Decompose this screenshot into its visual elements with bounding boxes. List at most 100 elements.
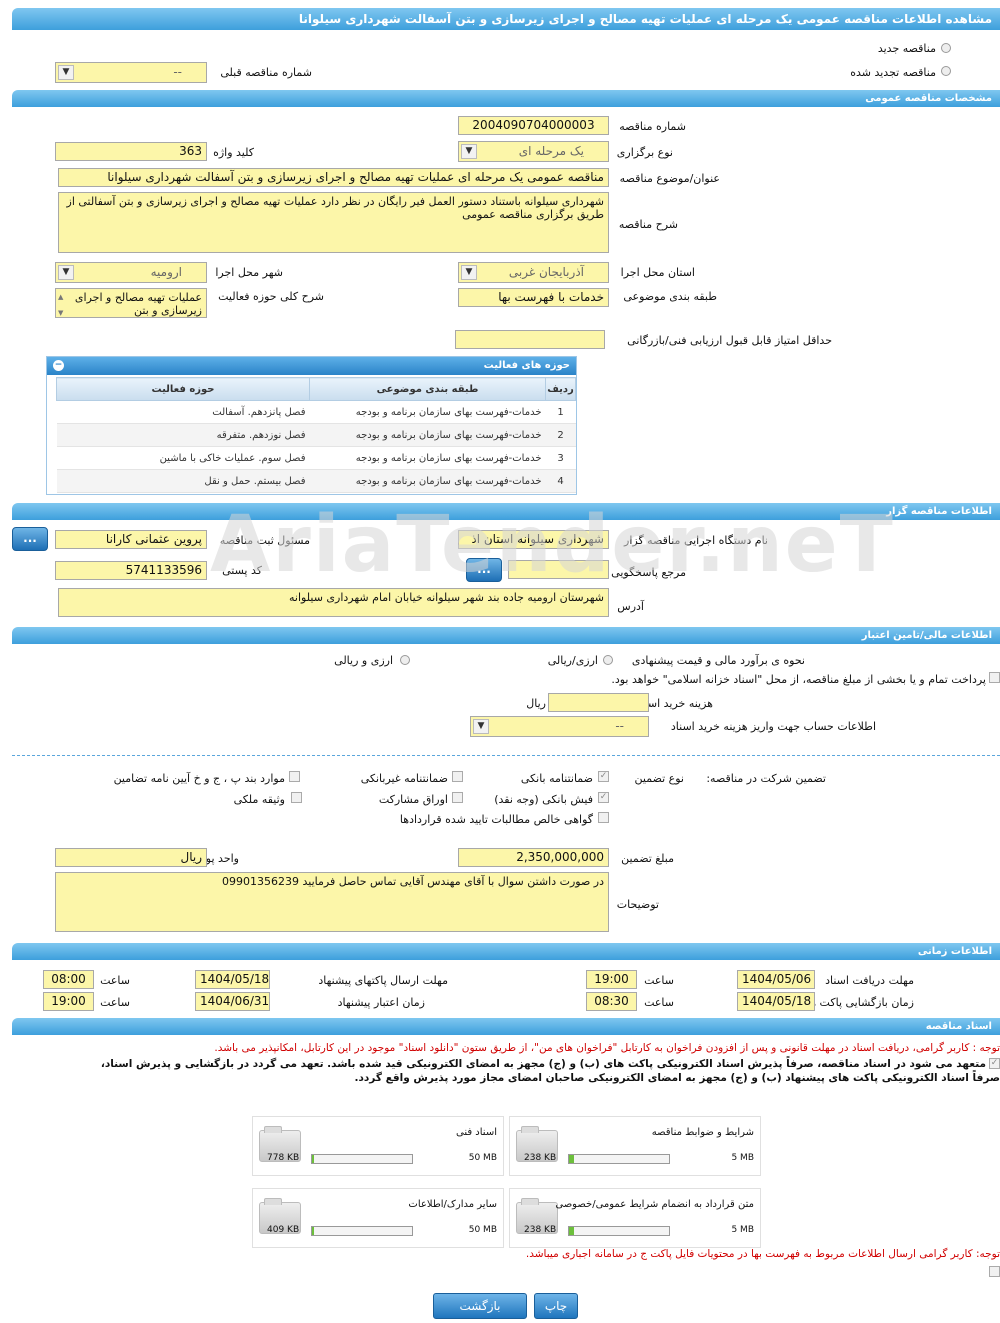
g-item-6: گواهی خالص مطالبات تایید شده قراردادها	[399, 813, 593, 826]
guarantee-label: تضمین شرکت در مناقصه:	[706, 772, 826, 785]
row-index: 1	[545, 400, 576, 424]
doc-progress-fill	[312, 1155, 314, 1163]
amount-field: 2,350,000,000	[458, 848, 609, 867]
city-label: شهر محل اجرا	[215, 266, 283, 279]
row-activity: فصل نوزدهم. متفرقه	[56, 423, 310, 447]
radio-renewed-tender[interactable]	[941, 66, 951, 76]
section-organizer-title: اطلاعات مناقصه گزار	[886, 506, 992, 517]
tender-no-field: 2004090704000003	[458, 116, 609, 135]
estimate-label: نحوه ی برآورد مالی و قیمت پیشنهادی	[631, 654, 805, 667]
doc-size: 238 KB	[524, 1225, 557, 1235]
activities-panel: حوزه های فعالیت − ردیف طبقه بندی موضوعی ح…	[46, 356, 577, 495]
activities-header: حوزه های فعالیت −	[47, 357, 576, 375]
min-score-label: حداقل امتیاز قابل قبول ارزیابی فنی/بازرگ…	[627, 334, 832, 347]
chevron-down-icon: ▼	[58, 265, 74, 280]
table-row: 4 خدمات-فهرست بهای سازمان برنامه و بودجه ف…	[56, 469, 576, 493]
category-field: خدمات با فهرست بها	[458, 288, 609, 307]
receive-time-label: ساعت	[644, 974, 674, 987]
price-list-checkbox[interactable]	[989, 1266, 1000, 1277]
radio-rial[interactable]	[603, 655, 613, 665]
chk-bank-receipt[interactable]: ✓	[598, 792, 609, 803]
radio-new-tender[interactable]	[941, 43, 951, 53]
doc-name: سایر مدارک/اطلاعات	[408, 1199, 497, 1210]
commit-checkbox[interactable]: ✓	[989, 1058, 1000, 1069]
page-title-bar: مشاهده اطلاعات مناقصه عمومی یک مرحله ای …	[12, 8, 1000, 30]
chk-receivables-cert[interactable]	[598, 812, 609, 823]
print-button[interactable]: چاپ	[534, 1293, 578, 1319]
chevron-down-icon: ▼	[473, 719, 489, 734]
account-select[interactable]: -- ▼	[470, 716, 649, 737]
divider	[12, 755, 1000, 756]
row-activity: فصل بیستم. حمل و نقل	[56, 469, 310, 493]
title-label: عنوان/موضوع مناقصه	[619, 172, 720, 185]
g-item-3: فیش بانکی (وجه نقد)	[494, 793, 593, 806]
row-category: خدمات-فهرست بهای سازمان برنامه و بودجه	[309, 423, 546, 447]
valid-label: زمان اعتبار پیشنهاد	[337, 996, 425, 1009]
chk-bank-guarantee[interactable]: ✓	[598, 771, 609, 782]
islamic-note: پرداخت تمام و یا بخشی از مبلغ مناقصه، از…	[611, 673, 986, 686]
account-label: اطلاعات حساب جهت واریز هزینه خرید اسناد	[670, 720, 876, 733]
doc-cost-unit: ریال	[526, 697, 546, 710]
send-time-label: ساعت	[100, 974, 130, 987]
resp-lookup-button[interactable]: ...	[12, 527, 48, 551]
receive-time: 19:00	[586, 970, 637, 989]
row-category: خدمات-فهرست بهای سازمان برنامه و بودجه	[309, 469, 546, 493]
doc-tile[interactable]: متن قرارداد به انضمام شرایط عمومی/خصوصی 5…	[509, 1188, 761, 1248]
row-category: خدمات-فهرست بهای سازمان برنامه و بودجه	[309, 446, 546, 470]
chk-bylaw-items[interactable]	[289, 771, 300, 782]
unit-field: ریال	[55, 848, 207, 867]
prev-tender-select[interactable]: -- ▼	[55, 62, 207, 83]
province-value: آذربایجان غربی	[508, 265, 584, 279]
back-button[interactable]: بازگشت	[433, 1293, 527, 1319]
table-row: 1 خدمات-فهرست بهای سازمان برنامه و بودجه ف…	[56, 400, 576, 424]
g-item-0: ضمانتنامه بانکی	[520, 772, 593, 785]
city-select[interactable]: ارومیه ▼	[55, 262, 207, 283]
doc-max-size: 50 MB	[468, 1225, 497, 1235]
scope-field: عملیات تهیه مصالح و اجرای زیرسازی و بتن ▲…	[55, 288, 207, 318]
g-item-4: اوراق مشارکت	[378, 793, 448, 806]
chk-participation-bonds[interactable]	[452, 792, 463, 803]
prev-tender-label: شماره مناقصه قبلی	[220, 66, 312, 79]
section-timing-header: اطلاعات زمانی	[12, 943, 1000, 960]
doc-name: اسناد فنی	[456, 1127, 497, 1138]
scroll-up-icon[interactable]: ▲	[58, 291, 63, 304]
notes-label: توضیحات	[616, 898, 659, 911]
row-index: 2	[545, 423, 576, 447]
doc-cost-field	[548, 693, 649, 712]
scope-text: عملیات تهیه مصالح و اجرای زیرسازی و بتن	[74, 291, 202, 317]
radio-foreign-rial[interactable]	[400, 655, 410, 665]
row-activity: فصل سوم. عملیات خاکی با ماشین	[56, 446, 310, 470]
docs-note-1: توجه : کاربر گرامی، دریافت اسناد در مهلت…	[214, 1042, 1000, 1054]
radio-new-label: مناقصه جدید	[877, 42, 936, 55]
activities-title: حوزه های فعالیت	[483, 360, 570, 371]
docs-note-2: توجه: کاربر گرامی ارسال اطلاعات مربوط به…	[525, 1248, 1000, 1260]
type-select[interactable]: یک مرحله ای ▼	[458, 141, 609, 162]
valid-date: 1404/06/31	[195, 992, 270, 1011]
amount-label: مبلغ تضمین	[621, 852, 674, 865]
valid-time: 19:00	[43, 992, 94, 1011]
type-value: یک مرحله ای	[518, 144, 584, 158]
islamic-checkbox[interactable]	[989, 672, 1000, 683]
doc-size: 778 KB	[267, 1153, 300, 1163]
commit-text-1: متعهد می شود در اسناد مناقصه، صرفاً پذیر…	[100, 1058, 986, 1070]
watermark-logo: AriaTender.neT	[210, 500, 893, 630]
scroll-down-icon[interactable]: ▼	[58, 307, 63, 317]
chk-nonbank-guarantee[interactable]	[452, 771, 463, 782]
send-date: 1404/05/18	[195, 970, 270, 989]
province-select[interactable]: آذربایجان غربی ▼	[458, 262, 609, 283]
doc-name: شرایط و ضوابط مناقصه	[651, 1127, 754, 1138]
chk-property-collateral[interactable]	[291, 792, 302, 803]
collapse-icon[interactable]: −	[53, 360, 64, 371]
city-value: ارومیه	[150, 265, 182, 279]
keyword-label: کلید واژه	[213, 146, 254, 159]
doc-tile[interactable]: اسناد فنی 50 MB 778 KB	[252, 1116, 504, 1176]
doc-tile[interactable]: شرایط و ضوابط مناقصه 5 MB 238 KB	[509, 1116, 761, 1176]
desc-label: شرح مناقصه	[618, 218, 678, 231]
doc-size: 238 KB	[524, 1153, 557, 1163]
receive-date: 1404/05/06	[737, 970, 815, 989]
doc-tile[interactable]: سایر مدارک/اطلاعات 50 MB 409 KB	[252, 1188, 504, 1248]
row-index: 4	[545, 469, 576, 493]
table-row: 3 خدمات-فهرست بهای سازمان برنامه و بودجه ف…	[56, 446, 576, 470]
opt-rial-label: ارزی/ریالی	[547, 654, 598, 667]
commit-text-2: صرفاً اسناد الکترونیکی پاکت های پیشنهاد …	[354, 1072, 1000, 1084]
